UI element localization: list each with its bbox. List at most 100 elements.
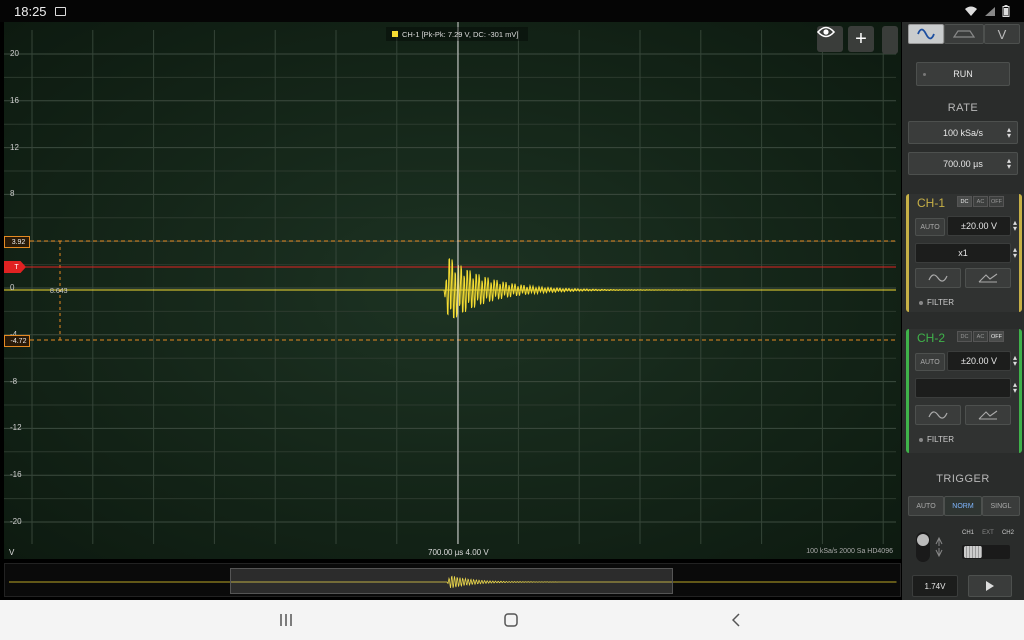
ch2-filter-label: FILTER — [927, 435, 954, 444]
rate-title: RATE — [947, 102, 979, 114]
ch1-auto-button[interactable]: AUTO — [915, 218, 945, 236]
ch2-range-value: ±20.00 V — [961, 356, 997, 366]
y-tick-label: 20 — [10, 49, 19, 58]
ch1-color-swatch — [392, 31, 398, 37]
overview-window[interactable] — [230, 568, 673, 594]
updown-arrow-icon: ▴ ▾ — [1012, 380, 1017, 395]
ch2-coupling-dc[interactable]: DC — [957, 331, 972, 342]
y-tick-label: -16 — [10, 470, 22, 480]
wifi-icon — [965, 6, 977, 16]
recent-apps-icon[interactable] — [280, 613, 292, 627]
run-indicator — [923, 73, 926, 76]
status-icons — [964, 5, 1010, 17]
ch2-panel: CH-2 DC AC OFF AUTO ±20.00 V ▴ ▾ ▴ ▾ FILTE… — [906, 329, 1022, 453]
timebase-value: 700.00 µs — [943, 158, 983, 169]
play-icon — [986, 581, 994, 591]
ch2-filter-toggle[interactable]: FILTER — [919, 435, 954, 444]
filter-indicator — [919, 300, 923, 305]
wave-invert-icon — [928, 411, 948, 419]
ch2-probe-select[interactable] — [915, 378, 1011, 398]
source-labels: CH1 EXT CH2 — [962, 530, 1014, 536]
updown-arrow-icon: ▴ ▾ — [1012, 245, 1017, 260]
run-button[interactable]: RUN — [916, 62, 1010, 86]
back-icon[interactable] — [732, 613, 740, 627]
trigger-level-display[interactable]: 1.74V — [912, 575, 958, 597]
source-ch1-label: CH1 — [962, 530, 975, 536]
clock: 18:25 — [14, 3, 47, 19]
ch2-auto-button[interactable]: AUTO — [915, 353, 945, 371]
legend-text: CH-1 [Pk-Pk: 7.29 V, DC: -301 mV] — [402, 29, 519, 39]
updown-arrow-icon: ▴ ▾ — [1006, 125, 1011, 140]
ch1-probe-select[interactable]: x1 — [915, 243, 1011, 263]
y-tick-label: 16 — [10, 95, 19, 105]
cursor-delta-value: 8.643 — [50, 288, 68, 295]
scope-display[interactable]: CH-1 [Pk-Pk: 7.29 V, DC: -301 mV] + 20 16… — [4, 22, 901, 559]
y-tick-label: 12 — [10, 142, 19, 152]
ramp-icon — [978, 410, 998, 420]
gallery-icon — [54, 6, 66, 16]
ch1-filter-toggle[interactable]: FILTER — [919, 298, 954, 307]
upper-cursor-marker[interactable]: 3.92 — [4, 236, 30, 248]
plus-icon: + — [855, 27, 867, 50]
y-tick-label: -20 — [10, 517, 22, 526]
play-button[interactable] — [968, 575, 1012, 597]
home-icon[interactable] — [504, 613, 518, 627]
trigger-source-slider[interactable] — [962, 545, 1010, 559]
channel-legend: CH-1 [Pk-Pk: 7.29 V, DC: -301 mV] — [386, 27, 529, 41]
battery-icon — [1002, 5, 1010, 17]
ch1-range-value: ±20.00 V — [961, 221, 997, 231]
ch1-coupling-ac[interactable]: AC — [973, 196, 988, 207]
source-ch2-label: CH2 — [1001, 530, 1014, 536]
trigger-mode-auto[interactable]: AUTO — [908, 496, 944, 516]
ch2-coupling-ac[interactable]: AC — [973, 331, 988, 342]
android-nav-bar — [0, 600, 1024, 640]
mode-voltage-button[interactable]: V — [984, 24, 1020, 44]
trigger-title: TRIGGER — [936, 473, 990, 485]
updown-arrow-icon: ▴ ▾ — [1012, 218, 1017, 233]
ch2-range-select[interactable]: ±20.00 V — [947, 351, 1011, 371]
wave-invert-icon — [928, 274, 948, 282]
add-button[interactable]: + — [848, 26, 874, 52]
ch1-range-select[interactable]: ±20.00 V — [947, 216, 1011, 236]
signal-icon — [985, 6, 995, 16]
waveform-overview[interactable] — [4, 563, 901, 597]
voltage-v-icon: V — [997, 26, 1007, 42]
updown-arrow-icon: ▴ ▾ — [1012, 353, 1017, 368]
math-shape-icon — [953, 30, 975, 38]
run-label: RUN — [953, 69, 973, 79]
source-ext-label: EXT — [982, 530, 994, 536]
scope-canvas[interactable] — [4, 22, 901, 559]
y-unit-label: V — [9, 548, 15, 557]
acquisition-info: 100 kSa/s 2000 Sa HD4096 — [806, 548, 893, 555]
ch1-probe-value: x1 — [958, 248, 968, 258]
control-panel: V RUN RATE 100 kSa/s ▴ ▾ 700.00 µs ▴ ▾ CH-… — [902, 22, 1024, 600]
tools-scroll-handle[interactable] — [882, 26, 898, 54]
visibility-button[interactable] — [817, 26, 843, 52]
ch2-invert-button[interactable] — [915, 405, 961, 425]
sample-rate-value: 100 kSa/s — [942, 127, 984, 138]
timebase-select[interactable]: 700.00 µs ▴ ▾ — [908, 152, 1018, 175]
switch-knob — [917, 534, 929, 546]
status-bar: 18:25 — [0, 0, 1024, 22]
ch1-panel: CH-1 DC AC OFF AUTO ±20.00 V ▴ ▾ x1 ▴ ▾ FI… — [906, 194, 1022, 312]
lower-cursor-marker[interactable]: -4.72 — [4, 335, 30, 347]
ch2-math-button[interactable] — [965, 405, 1011, 425]
slider-thumb[interactable] — [964, 546, 982, 558]
y-tick-label: 8 — [10, 189, 15, 199]
ch2-label: CH-2 — [917, 331, 946, 345]
ch1-invert-button[interactable] — [915, 268, 961, 288]
sample-rate-select[interactable]: 100 kSa/s ▴ ▾ — [908, 121, 1018, 144]
mode-math-button[interactable] — [944, 24, 984, 44]
trigger-mode-norm[interactable]: NORM — [944, 496, 982, 516]
sine-wave-icon — [917, 28, 935, 40]
ch2-coupling-off[interactable]: OFF — [989, 331, 1004, 342]
ch1-coupling-dc[interactable]: DC — [957, 196, 972, 207]
ch1-coupling-off[interactable]: OFF — [989, 196, 1004, 207]
trigger-mode-single[interactable]: SINGL — [982, 496, 1020, 516]
mode-scope-button[interactable] — [908, 24, 944, 44]
y-tick-label: 0 — [10, 283, 15, 292]
ch1-filter-label: FILTER — [927, 298, 954, 307]
trigger-slope-switch[interactable] — [916, 532, 930, 562]
ch1-label: CH-1 — [917, 196, 946, 210]
ch1-math-button[interactable] — [965, 268, 1011, 288]
